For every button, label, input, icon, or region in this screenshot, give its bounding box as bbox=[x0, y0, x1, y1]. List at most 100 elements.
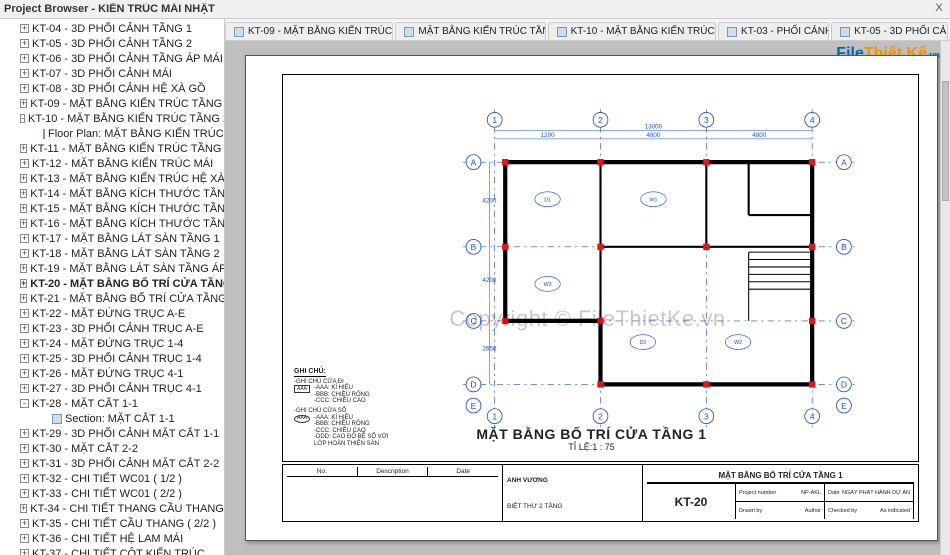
tree-item[interactable]: +KT-31 - 3D PHỐI CẢNH MẶT CẮT 2-2 bbox=[0, 456, 224, 471]
tree-item-label: KT-09 - MẶT BẰNG KIẾN TRÚC TẦNG 1 bbox=[30, 98, 225, 110]
project-browser-tree[interactable]: +KT-04 - 3D PHỐI CẢNH TẦNG 1+KT-05 - 3D … bbox=[0, 19, 225, 555]
view-tab[interactable]: KT-10 - MẶT BẰNG KIẾN TRÚC TẦ… bbox=[548, 22, 716, 40]
expand-icon[interactable]: + bbox=[20, 39, 29, 48]
tree-item[interactable]: +KT-24 - MẶT ĐỨNG TRỤC 1-4 bbox=[0, 336, 224, 351]
expand-icon[interactable]: + bbox=[20, 69, 29, 78]
view-tab[interactable]: MẶT BẰNG KIẾN TRÚC TẦNG 2 bbox=[395, 22, 545, 40]
tree-item[interactable]: +KT-34 - CHI TIẾT THANG CẦU THANG ( 1/2 … bbox=[0, 501, 224, 516]
expand-icon[interactable]: + bbox=[20, 249, 29, 258]
tab-label: MẶT BẰNG KIẾN TRÚC TẦNG 2 bbox=[418, 26, 545, 37]
tree-item-label: KT-31 - 3D PHỐI CẢNH MẶT CẮT 2-2 bbox=[32, 458, 219, 470]
expand-icon[interactable]: - bbox=[20, 114, 25, 123]
svg-text:3: 3 bbox=[704, 411, 709, 421]
expand-icon[interactable]: + bbox=[20, 459, 29, 468]
tree-item[interactable]: Section: MẶT CẮT 1-1 bbox=[0, 411, 224, 426]
expand-icon[interactable]: + bbox=[20, 99, 27, 108]
expand-icon[interactable]: + bbox=[20, 189, 27, 198]
tree-item[interactable]: +KT-22 - MẶT ĐỨNG TRỤC A-E bbox=[0, 306, 224, 321]
svg-text:4200: 4200 bbox=[482, 277, 497, 284]
expand-icon[interactable]: + bbox=[20, 384, 29, 393]
tree-item[interactable]: -KT-10 - MẶT BẰNG KIẾN TRÚC TẦNG 2 bbox=[0, 111, 224, 126]
view-tab[interactable]: KT-09 - MẶT BẰNG KIẾN TRÚC TẦ… bbox=[225, 22, 393, 40]
vertical-scrollbar[interactable] bbox=[940, 41, 950, 555]
tree-item-label: KT-12 - MẶT BẰNG KIẾN TRÚC MÁI bbox=[32, 158, 213, 170]
expand-icon[interactable]: + bbox=[20, 369, 29, 378]
expand-icon[interactable]: + bbox=[20, 309, 29, 318]
tree-item-label: KT-27 - 3D PHỐI CẢNH TRỤC 4-1 bbox=[32, 383, 202, 395]
tree-item[interactable]: +KT-14 - MẶT BẰNG KÍCH THƯỚC TẦNG 1 bbox=[0, 186, 224, 201]
tree-item-label: KT-34 - CHI TIẾT THANG CẦU THANG ( 1/2 ) bbox=[30, 503, 225, 515]
tree-item[interactable]: +KT-26 - MẶT ĐỨNG TRỤC 4-1 bbox=[0, 366, 224, 381]
tree-item[interactable]: +KT-27 - 3D PHỐI CẢNH TRỤC 4-1 bbox=[0, 381, 224, 396]
tree-item[interactable]: +KT-37 - CHI TIẾT CỘT KIẾN TRÚC bbox=[0, 546, 224, 555]
expand-icon[interactable]: + bbox=[20, 444, 29, 453]
expand-icon[interactable]: + bbox=[20, 534, 29, 543]
tree-item[interactable]: +KT-06 - 3D PHỐI CẢNH TẦNG ÁP MÁI bbox=[0, 51, 224, 66]
tree-item[interactable]: +KT-13 - MẶT BẰNG KIẾN TRÚC HỆ XÀ GỒ bbox=[0, 171, 224, 186]
tree-item[interactable]: +KT-05 - 3D PHỐI CẢNH TẦNG 2 bbox=[0, 36, 224, 51]
sheet-icon bbox=[404, 27, 414, 37]
svg-text:4800: 4800 bbox=[752, 132, 767, 139]
tree-item[interactable]: Floor Plan: MẶT BẰNG KIẾN TRÚC TẦNG 2 bbox=[0, 126, 224, 141]
tree-item[interactable]: +KT-36 - CHI TIẾT HỆ LAM MÁI bbox=[0, 531, 224, 546]
tree-item[interactable]: -KT-28 - MẶT CẮT 1-1 bbox=[0, 396, 224, 411]
tree-item[interactable]: +KT-07 - 3D PHỐI CẢNH MÁI bbox=[0, 66, 224, 81]
tree-item[interactable]: +KT-08 - 3D PHỐI CẢNH HỆ XÀ GỒ bbox=[0, 81, 224, 96]
drawing-canvas[interactable]: FileThiết Kế.vn bbox=[225, 41, 950, 555]
project-browser-close-icon[interactable]: X bbox=[932, 2, 946, 16]
expand-icon[interactable]: + bbox=[20, 474, 29, 483]
tree-item[interactable]: +KT-33 - CHI TIẾT WC01 ( 2/2 ) bbox=[0, 486, 224, 501]
tree-item[interactable]: +KT-23 - 3D PHỐI CẢNH TRỤC A-E bbox=[0, 321, 224, 336]
tree-item[interactable]: +KT-35 - CHI TIẾT CẦU THANG ( 2/2 ) bbox=[0, 516, 224, 531]
tree-item[interactable]: +KT-17 - MẶT BẰNG LÁT SÀN TẦNG 1 bbox=[0, 231, 224, 246]
expand-icon[interactable]: + bbox=[20, 504, 27, 513]
tree-item[interactable]: +KT-15 - MẶT BẰNG KÍCH THƯỚC TẦNG 2 bbox=[0, 201, 224, 216]
expand-icon[interactable]: + bbox=[20, 429, 29, 438]
tree-item[interactable]: +KT-04 - 3D PHỐI CẢNH TẦNG 1 bbox=[0, 21, 224, 36]
expand-icon[interactable]: + bbox=[20, 354, 29, 363]
tree-item[interactable]: +KT-09 - MẶT BẰNG KIẾN TRÚC TẦNG 1 bbox=[0, 96, 224, 111]
tree-item[interactable]: +KT-32 - CHI TIẾT WC01 ( 1/2 ) bbox=[0, 471, 224, 486]
tree-item[interactable]: +KT-29 - 3D PHỐI CẢNH MẶT CẮT 1-1 bbox=[0, 426, 224, 441]
tree-item[interactable]: +KT-30 - MẶT CẮT 2-2 bbox=[0, 441, 224, 456]
tab-label: KT-09 - MẶT BẰNG KIẾN TRÚC TẦ… bbox=[248, 26, 393, 37]
expand-icon[interactable]: + bbox=[20, 159, 29, 168]
expand-icon[interactable]: + bbox=[20, 549, 29, 555]
project-browser-title: Project Browser - KIẾN TRÚC MÁI NHẬT bbox=[4, 3, 932, 15]
tree-item[interactable]: +KT-19 - MẶT BẰNG LÁT SÀN TẦNG ÁP MÁI bbox=[0, 261, 224, 276]
svg-text:E: E bbox=[471, 401, 477, 411]
svg-text:2650: 2650 bbox=[482, 346, 497, 353]
expand-icon[interactable]: + bbox=[20, 24, 29, 33]
expand-icon[interactable]: + bbox=[20, 294, 27, 303]
view-tab[interactable]: KT-03 - PHỐI CẢNH 1 bbox=[718, 22, 829, 40]
view-tab[interactable]: KT-05 - 3D PHỐI CẢNH bbox=[831, 22, 948, 40]
expand-icon[interactable]: + bbox=[20, 234, 29, 243]
tree-item[interactable]: +KT-21 - MẶT BẰNG BỐ TRÍ CỬA TẦNG 2 bbox=[0, 291, 224, 306]
tree-item-label: KT-22 - MẶT ĐỨNG TRỤC A-E bbox=[32, 308, 185, 320]
tree-item[interactable]: +KT-25 - 3D PHỐI CẢNH TRỤC 1-4 bbox=[0, 351, 224, 366]
tree-item[interactable]: +KT-12 - MẶT BẰNG KIẾN TRÚC MÁI bbox=[0, 156, 224, 171]
tree-item[interactable]: +KT-16 - MẶT BẰNG KÍCH THƯỚC TẦNG MÁI bbox=[0, 216, 224, 231]
svg-text:C: C bbox=[470, 316, 476, 326]
svg-text:B: B bbox=[471, 242, 477, 252]
tab-label: KT-03 - PHỐI CẢNH 1 bbox=[741, 26, 829, 37]
tree-item[interactable]: +KT-20 - MẶT BẰNG BỐ TRÍ CỬA TẦNG 1 bbox=[0, 276, 224, 291]
tree-item[interactable]: +KT-11 - MẶT BẰNG KIẾN TRÚC TẦNG ÁP MÁI bbox=[0, 141, 224, 156]
tree-item[interactable]: +KT-18 - MẶT BẰNG LÁT SÀN TẦNG 2 bbox=[0, 246, 224, 261]
tree-item-label: KT-29 - 3D PHỐI CẢNH MẶT CẮT 1-1 bbox=[32, 428, 219, 440]
tree-item-label: KT-30 - MẶT CẮT 2-2 bbox=[32, 443, 138, 455]
expand-icon[interactable]: + bbox=[20, 519, 29, 528]
expand-icon[interactable]: + bbox=[20, 219, 27, 228]
expand-icon[interactable]: + bbox=[20, 84, 29, 93]
expand-icon[interactable]: + bbox=[20, 54, 29, 63]
expand-icon[interactable]: + bbox=[20, 174, 27, 183]
expand-icon[interactable]: + bbox=[20, 489, 29, 498]
expand-icon[interactable]: + bbox=[20, 264, 27, 273]
expand-icon[interactable]: + bbox=[20, 204, 27, 213]
tree-item-label: KT-11 - MẶT BẰNG KIẾN TRÚC TẦNG ÁP MÁI bbox=[30, 143, 225, 155]
expand-icon[interactable]: + bbox=[20, 279, 27, 288]
expand-icon[interactable]: + bbox=[20, 144, 27, 153]
expand-icon[interactable]: + bbox=[20, 324, 29, 333]
expand-icon[interactable]: + bbox=[20, 339, 29, 348]
expand-icon[interactable]: - bbox=[20, 399, 29, 408]
